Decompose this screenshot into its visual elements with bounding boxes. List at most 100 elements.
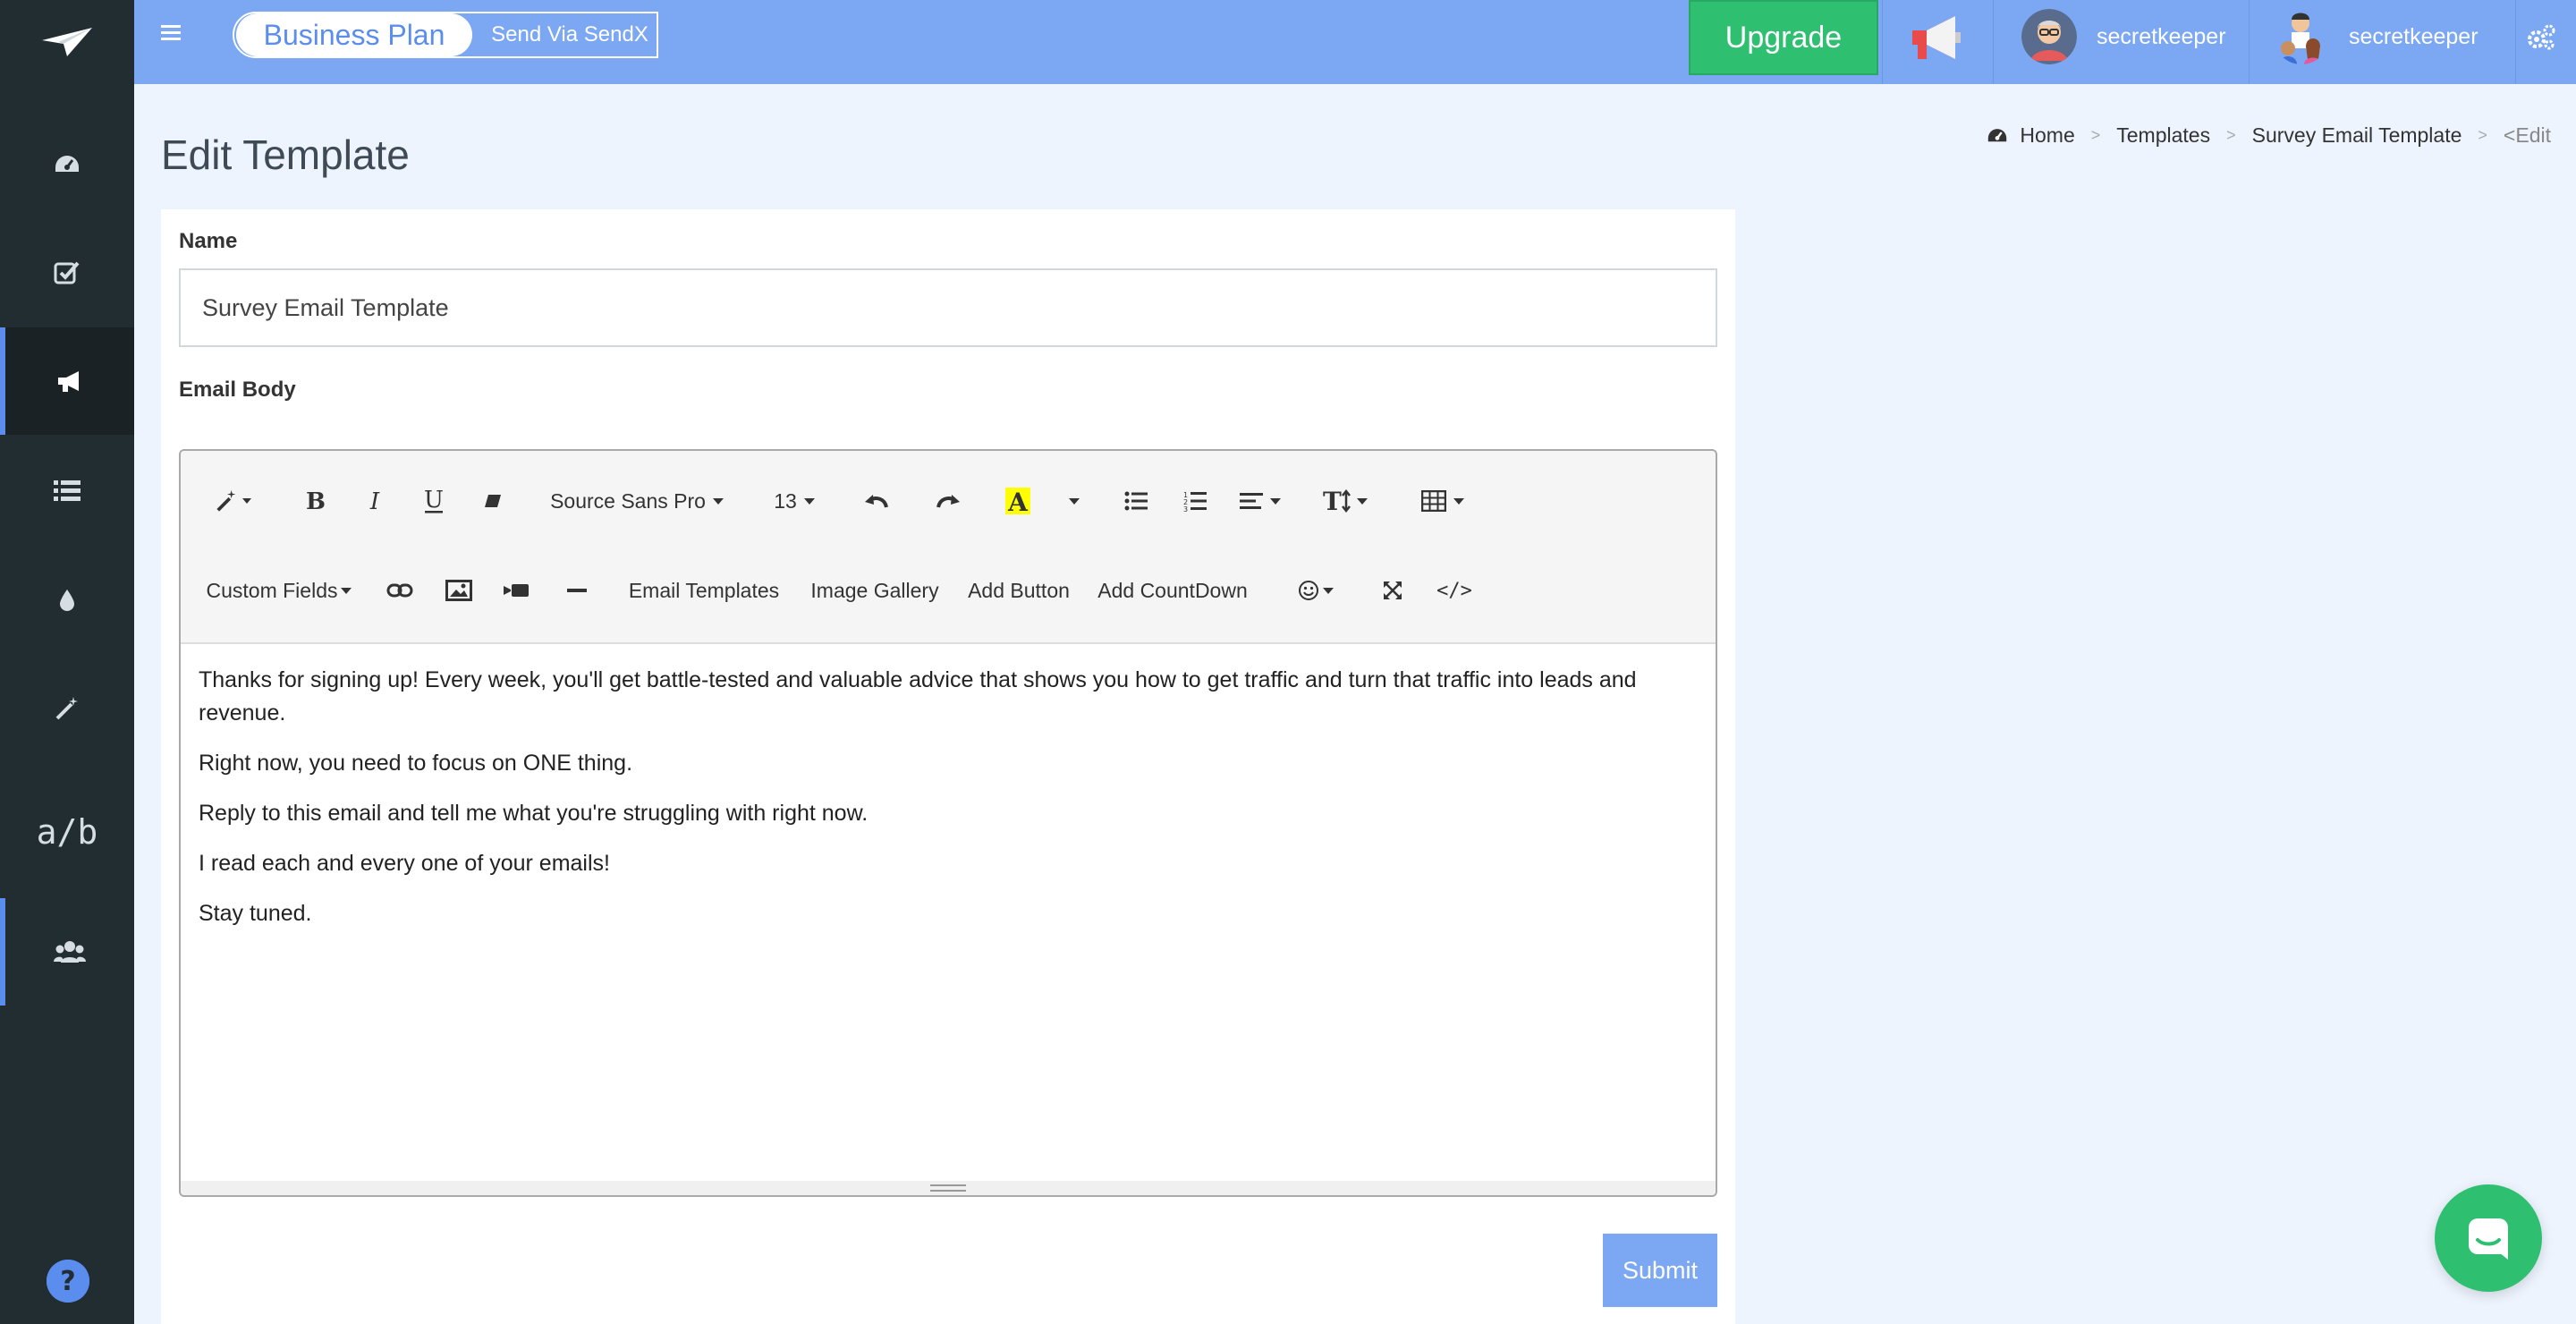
numbered-list-icon: 123 xyxy=(1183,491,1207,512)
breadcrumb: Home > Templates > Survey Email Template… xyxy=(1986,123,2551,148)
text-color-dropdown[interactable] xyxy=(1061,476,1088,526)
megaphone-icon xyxy=(58,371,79,392)
style-dropdown-button[interactable] xyxy=(208,476,258,526)
body-paragraph: Reply to this email and tell me what you… xyxy=(199,801,869,826)
breadcrumb-separator: > xyxy=(2226,126,2236,144)
send-via-link[interactable]: Send Via SendX xyxy=(483,13,657,56)
checkbox-icon xyxy=(54,261,80,284)
text-color-button[interactable]: A xyxy=(993,476,1043,526)
link-icon xyxy=(386,583,413,598)
sidebar-item-dashboard[interactable] xyxy=(0,111,134,218)
svg-text:3: 3 xyxy=(1183,505,1188,512)
help-icon: ? xyxy=(47,1260,89,1303)
add-button-button[interactable]: Add Button xyxy=(961,565,1077,615)
image-icon xyxy=(445,580,472,601)
svg-text:T: T xyxy=(1323,488,1342,513)
sidebar-item-drip[interactable] xyxy=(0,546,134,653)
email-templates-button[interactable]: Email Templates xyxy=(619,565,789,615)
underline-icon: U xyxy=(424,488,444,513)
user-menu-2[interactable]: secretkeeper xyxy=(2274,9,2479,64)
table-dropdown[interactable] xyxy=(1411,476,1474,526)
font-family-dropdown[interactable]: Source Sans Pro xyxy=(538,476,735,526)
redo-icon xyxy=(936,495,960,508)
font-size-dropdown[interactable]: 13 xyxy=(758,476,830,526)
line-height-dropdown[interactable]: T xyxy=(1309,476,1381,526)
bold-button[interactable]: B xyxy=(293,476,338,526)
body-paragraph: I read each and every one of your emails… xyxy=(199,851,610,876)
custom-fields-dropdown[interactable]: Custom Fields xyxy=(200,565,358,615)
email-body-content[interactable]: Thanks for signing up! Every week, you'l… xyxy=(181,644,1716,1183)
highlight-color-icon: A xyxy=(1005,488,1030,514)
body-paragraph: Stay tuned. xyxy=(199,901,312,926)
drop-icon xyxy=(60,590,74,611)
italic-button[interactable]: I xyxy=(352,476,397,526)
sendx-logo-icon[interactable] xyxy=(0,0,134,84)
magic-wand-icon xyxy=(216,489,236,512)
breadcrumb-home[interactable]: Home xyxy=(2020,123,2074,148)
upgrade-button[interactable]: Upgrade xyxy=(1689,0,1878,75)
clear-format-button[interactable] xyxy=(470,476,515,526)
gears-icon xyxy=(2528,24,2555,50)
username-label: secretkeeper xyxy=(2349,23,2479,49)
editor-resize-handle[interactable] xyxy=(181,1181,1716,1195)
image-gallery-button[interactable]: Image Gallery xyxy=(803,565,946,615)
name-label: Name xyxy=(179,229,238,253)
breadcrumb-separator: > xyxy=(2478,126,2487,144)
text-height-icon: T xyxy=(1323,488,1351,513)
sidebar-item-team[interactable] xyxy=(0,898,134,1006)
add-countdown-button[interactable]: Add CountDown xyxy=(1089,565,1256,615)
divider xyxy=(1993,0,1994,84)
users-icon xyxy=(54,941,86,963)
template-name-input[interactable] xyxy=(179,268,1717,347)
horizontal-rule-icon xyxy=(567,589,587,592)
horizontal-rule-button[interactable] xyxy=(555,565,599,615)
insert-image-button[interactable] xyxy=(436,565,481,615)
edit-template-card: Name Email Body B I U Source Sans Pro xyxy=(161,209,1735,1324)
chat-icon xyxy=(2469,1218,2508,1260)
sidebar-item-campaigns[interactable] xyxy=(0,327,134,435)
user-menu-1[interactable]: secretkeeper xyxy=(2021,9,2226,64)
ordered-list-button[interactable]: 123 xyxy=(1170,476,1220,526)
breadcrumb-separator: > xyxy=(2090,126,2101,144)
help-button[interactable]: ? xyxy=(47,1260,89,1303)
chat-launcher-button[interactable] xyxy=(2435,1184,2542,1292)
smiley-icon xyxy=(1299,581,1318,600)
avatar xyxy=(2021,9,2077,64)
settings-button[interactable] xyxy=(2526,23,2556,56)
body-paragraph: Right now, you need to focus on ONE thin… xyxy=(199,751,633,776)
emoji-dropdown[interactable] xyxy=(1284,565,1347,615)
breadcrumb-templates[interactable]: Templates xyxy=(2116,123,2210,148)
dashboard-icon xyxy=(1988,128,2007,141)
submit-button[interactable]: Submit xyxy=(1603,1234,1717,1307)
divider xyxy=(2515,0,2516,84)
code-view-button[interactable]: </> xyxy=(1428,565,1481,615)
plan-name-badge[interactable]: Business Plan xyxy=(236,13,472,56)
align-dropdown[interactable] xyxy=(1229,476,1292,526)
bullet-list-icon xyxy=(1124,491,1148,511)
underline-button[interactable]: U xyxy=(411,476,456,526)
svg-text:I: I xyxy=(369,489,380,513)
top-navbar: Business Plan Send Via SendX Upgrade sec… xyxy=(134,0,2576,84)
sidebar: a/b ? xyxy=(0,0,134,1324)
sidebar-item-ab-testing[interactable]: a/b xyxy=(0,778,134,886)
megaphone-icon xyxy=(1912,16,1961,59)
divider xyxy=(2249,0,2250,84)
sidebar-item-automation[interactable] xyxy=(0,655,134,762)
announcements-button[interactable] xyxy=(1909,13,1966,71)
sidebar-item-tasks[interactable] xyxy=(0,218,134,326)
insert-video-button[interactable] xyxy=(494,565,538,615)
fullscreen-button[interactable] xyxy=(1370,565,1415,615)
sidebar-item-lists[interactable] xyxy=(0,437,134,544)
table-icon xyxy=(1421,490,1446,512)
breadcrumb-template-name[interactable]: Survey Email Template xyxy=(2252,123,2462,148)
unordered-list-button[interactable] xyxy=(1111,476,1161,526)
avatar xyxy=(2274,9,2329,64)
magic-wand-icon xyxy=(55,697,78,720)
eraser-icon xyxy=(485,495,501,507)
undo-button[interactable] xyxy=(852,476,902,526)
redo-button[interactable] xyxy=(923,476,973,526)
insert-link-button[interactable] xyxy=(377,565,422,615)
list-icon xyxy=(54,480,80,501)
menu-toggle-button[interactable] xyxy=(161,23,181,46)
svg-text:A: A xyxy=(1007,488,1029,514)
